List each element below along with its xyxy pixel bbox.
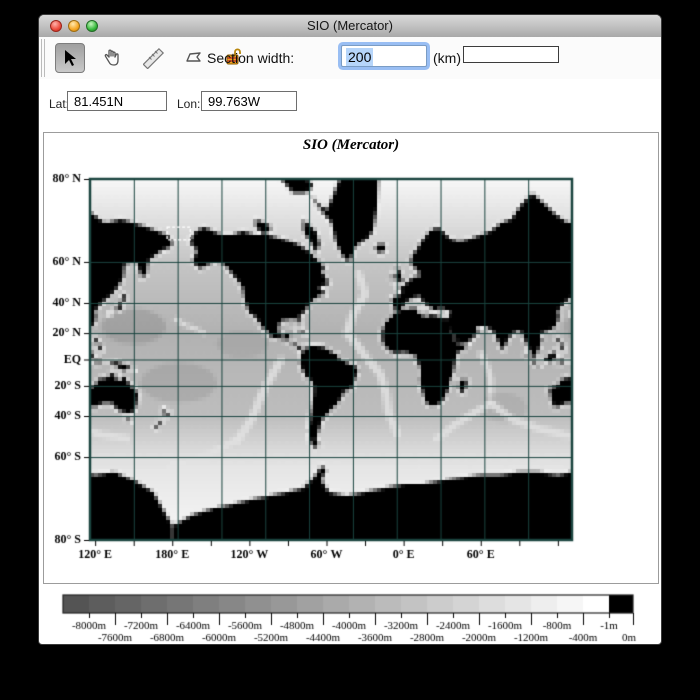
map-canvas[interactable]: [44, 133, 660, 585]
hand-icon: [104, 49, 119, 66]
arrow-tool-button[interactable]: [55, 43, 85, 73]
polygon-icon: [186, 52, 201, 62]
window-title: SIO (Mercator): [307, 18, 393, 33]
hand-tool-button[interactable]: [97, 43, 127, 73]
section-width-label: Section width:: [207, 50, 295, 66]
toolbar-drag-handle[interactable]: [41, 39, 47, 77]
toolbar: Section width: 200 (km): [39, 37, 661, 80]
colorbar: [49, 591, 653, 645]
unit-label: (km): [433, 50, 461, 66]
title-bar[interactable]: SIO (Mercator): [39, 15, 661, 38]
app-window: SIO (Mercator) Section width: 200 (km) L…: [38, 14, 662, 645]
lon-input[interactable]: [201, 91, 297, 111]
lat-label: Lat:: [49, 97, 70, 111]
section-width-input[interactable]: 200: [341, 45, 427, 67]
ruler-icon: [143, 47, 165, 69]
lon-label: Lon:: [177, 97, 201, 111]
ruler-tool-button[interactable]: [139, 43, 169, 73]
coordinate-row: Lat: Lon:: [39, 79, 661, 128]
plot-panel: SIO (Mercator): [43, 132, 660, 585]
polygon-tool-button[interactable]: [179, 43, 209, 73]
aux-input[interactable]: [463, 46, 559, 63]
lat-input[interactable]: [67, 91, 167, 111]
section-width-value: 200: [346, 48, 374, 66]
arrow-cursor-icon: [65, 50, 76, 66]
